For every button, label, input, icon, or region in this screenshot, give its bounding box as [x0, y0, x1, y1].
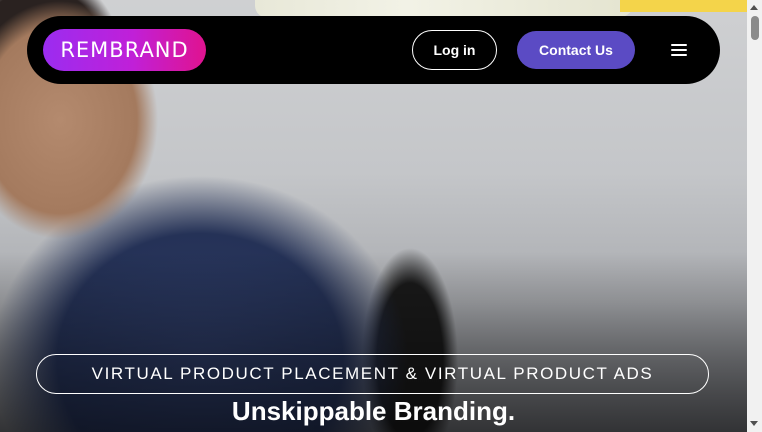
top-navbar: REMBRAND Log in Contact Us [27, 16, 720, 84]
page-scrollbar[interactable] [747, 0, 762, 432]
page-viewport: REMBRAND Log in Contact Us VIRTUAL PRODU… [0, 0, 747, 432]
rembrand-logo[interactable]: REMBRAND [43, 29, 206, 71]
scroll-down-arrow-icon[interactable] [750, 421, 758, 426]
scrollbar-thumb[interactable] [751, 16, 759, 40]
hamburger-menu-icon[interactable] [671, 44, 687, 56]
logo-text: REMBRAND [60, 38, 189, 62]
login-button[interactable]: Log in [412, 30, 497, 70]
contact-us-button[interactable]: Contact Us [517, 31, 635, 69]
scroll-up-arrow-icon[interactable] [750, 5, 758, 10]
hero-headline: Unskippable Branding. [231, 396, 516, 426]
background-graffiti-accent [620, 0, 747, 12]
hero-tagline: VIRTUAL PRODUCT PLACEMENT & VIRTUAL PROD… [36, 354, 709, 394]
